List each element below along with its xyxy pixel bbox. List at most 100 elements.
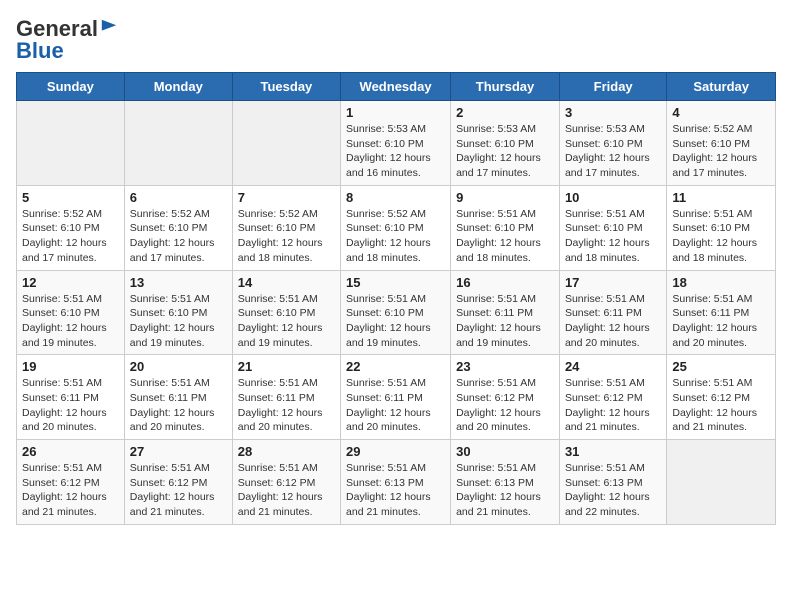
day-of-week-header: Monday [124,73,232,101]
day-number: 12 [22,275,119,290]
calendar-week-row: 5 Sunrise: 5:52 AM Sunset: 6:10 PM Daylig… [17,185,776,270]
calendar-cell: 7 Sunrise: 5:52 AM Sunset: 6:10 PM Daylig… [232,185,340,270]
calendar-cell: 6Sunrise: 5:52 AM Sunset: 6:10 PM Daylig… [124,185,232,270]
day-number: 28 [238,444,335,459]
calendar-cell: 11Sunrise: 5:51 AM Sunset: 6:10 PM Dayli… [667,185,776,270]
day-info: Sunrise: 5:51 AM Sunset: 6:10 PM Dayligh… [130,292,227,351]
day-info: Sunrise: 5:52 AM Sunset: 6:10 PM Dayligh… [238,207,335,266]
calendar-header-row: SundayMondayTuesdayWednesdayThursdayFrid… [17,73,776,101]
calendar-cell: 19 Sunrise: 5:51 AM Sunset: 6:11 PM Dayli… [17,355,125,440]
calendar-cell: 22 Sunrise: 5:51 AM Sunset: 6:11 PM Dayli… [341,355,451,440]
calendar-cell: 4Sunrise: 5:52 AM Sunset: 6:10 PM Daylig… [667,101,776,186]
day-info: Sunrise: 5:53 AM Sunset: 6:10 PM Dayligh… [346,122,445,181]
day-number: 29 [346,444,445,459]
day-number: 26 [22,444,119,459]
calendar-cell: 31 Sunrise: 5:51 AM Sunset: 6:13 PM Dayli… [559,440,666,525]
day-number: 15 [346,275,445,290]
day-number: 1 [346,105,445,120]
day-info: Sunrise: 5:52 AM Sunset: 6:10 PM Dayligh… [22,207,119,266]
day-of-week-header: Friday [559,73,666,101]
day-info: Sunrise: 5:51 AM Sunset: 6:10 PM Dayligh… [456,207,554,266]
day-number: 4 [672,105,770,120]
day-number: 19 [22,359,119,374]
calendar-week-row: 26 Sunrise: 5:51 AM Sunset: 6:12 PM Dayli… [17,440,776,525]
logo: General Blue [16,16,118,64]
day-number: 31 [565,444,661,459]
day-number: 13 [130,275,227,290]
day-of-week-header: Tuesday [232,73,340,101]
day-info: Sunrise: 5:51 AM Sunset: 6:11 PM Dayligh… [130,376,227,435]
calendar-cell [667,440,776,525]
calendar-cell: 21 Sunrise: 5:51 AM Sunset: 6:11 PM Dayli… [232,355,340,440]
day-info: Sunrise: 5:51 AM Sunset: 6:11 PM Dayligh… [456,292,554,351]
day-number: 21 [238,359,335,374]
calendar-cell: 16Sunrise: 5:51 AM Sunset: 6:11 PM Dayli… [451,270,560,355]
day-number: 20 [130,359,227,374]
day-number: 27 [130,444,227,459]
calendar-cell: 30 Sunrise: 5:51 AM Sunset: 6:13 PM Dayli… [451,440,560,525]
day-info: Sunrise: 5:51 AM Sunset: 6:10 PM Dayligh… [238,292,335,351]
calendar-week-row: 19 Sunrise: 5:51 AM Sunset: 6:11 PM Dayli… [17,355,776,440]
day-number: 30 [456,444,554,459]
calendar-cell: 28 Sunrise: 5:51 AM Sunset: 6:12 PM Dayli… [232,440,340,525]
day-info: Sunrise: 5:51 AM Sunset: 6:10 PM Dayligh… [672,207,770,266]
calendar-cell: 8 Sunrise: 5:52 AM Sunset: 6:10 PM Daylig… [341,185,451,270]
day-info: Sunrise: 5:53 AM Sunset: 6:10 PM Dayligh… [565,122,661,181]
day-of-week-header: Thursday [451,73,560,101]
day-info: Sunrise: 5:51 AM Sunset: 6:12 PM Dayligh… [456,376,554,435]
day-info: Sunrise: 5:51 AM Sunset: 6:11 PM Dayligh… [346,376,445,435]
day-info: Sunrise: 5:51 AM Sunset: 6:12 PM Dayligh… [22,461,119,520]
calendar-cell: 18 Sunrise: 5:51 AM Sunset: 6:11 PM Dayli… [667,270,776,355]
day-info: Sunrise: 5:51 AM Sunset: 6:11 PM Dayligh… [22,376,119,435]
day-number: 5 [22,190,119,205]
calendar-cell: 13 Sunrise: 5:51 AM Sunset: 6:10 PM Dayli… [124,270,232,355]
day-info: Sunrise: 5:51 AM Sunset: 6:10 PM Dayligh… [22,292,119,351]
day-info: Sunrise: 5:52 AM Sunset: 6:10 PM Dayligh… [346,207,445,266]
calendar-cell: 27 Sunrise: 5:51 AM Sunset: 6:12 PM Dayli… [124,440,232,525]
calendar-cell: 10Sunrise: 5:51 AM Sunset: 6:10 PM Dayli… [559,185,666,270]
calendar-cell [232,101,340,186]
calendar-cell: 23 Sunrise: 5:51 AM Sunset: 6:12 PM Dayli… [451,355,560,440]
calendar-cell: 24Sunrise: 5:51 AM Sunset: 6:12 PM Dayli… [559,355,666,440]
day-number: 24 [565,359,661,374]
day-number: 8 [346,190,445,205]
calendar-cell: 9Sunrise: 5:51 AM Sunset: 6:10 PM Daylig… [451,185,560,270]
day-info: Sunrise: 5:51 AM Sunset: 6:13 PM Dayligh… [346,461,445,520]
calendar-week-row: 12 Sunrise: 5:51 AM Sunset: 6:10 PM Dayli… [17,270,776,355]
day-number: 3 [565,105,661,120]
day-number: 2 [456,105,554,120]
day-info: Sunrise: 5:51 AM Sunset: 6:12 PM Dayligh… [238,461,335,520]
calendar-week-row: 1 Sunrise: 5:53 AM Sunset: 6:10 PM Daylig… [17,101,776,186]
day-number: 22 [346,359,445,374]
day-number: 7 [238,190,335,205]
calendar-cell: 25 Sunrise: 5:51 AM Sunset: 6:12 PM Dayli… [667,355,776,440]
day-number: 17 [565,275,661,290]
calendar-cell: 15Sunrise: 5:51 AM Sunset: 6:10 PM Dayli… [341,270,451,355]
calendar-cell: 5 Sunrise: 5:52 AM Sunset: 6:10 PM Daylig… [17,185,125,270]
day-number: 18 [672,275,770,290]
day-of-week-header: Sunday [17,73,125,101]
day-info: Sunrise: 5:51 AM Sunset: 6:11 PM Dayligh… [238,376,335,435]
day-info: Sunrise: 5:51 AM Sunset: 6:11 PM Dayligh… [672,292,770,351]
calendar-cell: 20 Sunrise: 5:51 AM Sunset: 6:11 PM Dayli… [124,355,232,440]
calendar-cell: 26 Sunrise: 5:51 AM Sunset: 6:12 PM Dayli… [17,440,125,525]
calendar-body: 1 Sunrise: 5:53 AM Sunset: 6:10 PM Daylig… [17,101,776,525]
day-number: 23 [456,359,554,374]
day-info: Sunrise: 5:51 AM Sunset: 6:13 PM Dayligh… [456,461,554,520]
calendar-cell: 17 Sunrise: 5:51 AM Sunset: 6:11 PM Dayli… [559,270,666,355]
calendar-cell: 12 Sunrise: 5:51 AM Sunset: 6:10 PM Dayli… [17,270,125,355]
day-info: Sunrise: 5:51 AM Sunset: 6:11 PM Dayligh… [565,292,661,351]
calendar-cell: 1 Sunrise: 5:53 AM Sunset: 6:10 PM Daylig… [341,101,451,186]
day-info: Sunrise: 5:51 AM Sunset: 6:12 PM Dayligh… [130,461,227,520]
calendar-cell: 3 Sunrise: 5:53 AM Sunset: 6:10 PM Daylig… [559,101,666,186]
day-info: Sunrise: 5:51 AM Sunset: 6:12 PM Dayligh… [672,376,770,435]
day-of-week-header: Saturday [667,73,776,101]
logo-flag-icon [100,18,118,36]
day-info: Sunrise: 5:53 AM Sunset: 6:10 PM Dayligh… [456,122,554,181]
day-info: Sunrise: 5:51 AM Sunset: 6:13 PM Dayligh… [565,461,661,520]
day-number: 25 [672,359,770,374]
calendar-cell: 14Sunrise: 5:51 AM Sunset: 6:10 PM Dayli… [232,270,340,355]
day-of-week-header: Wednesday [341,73,451,101]
calendar-cell: 2 Sunrise: 5:53 AM Sunset: 6:10 PM Daylig… [451,101,560,186]
calendar-cell [17,101,125,186]
